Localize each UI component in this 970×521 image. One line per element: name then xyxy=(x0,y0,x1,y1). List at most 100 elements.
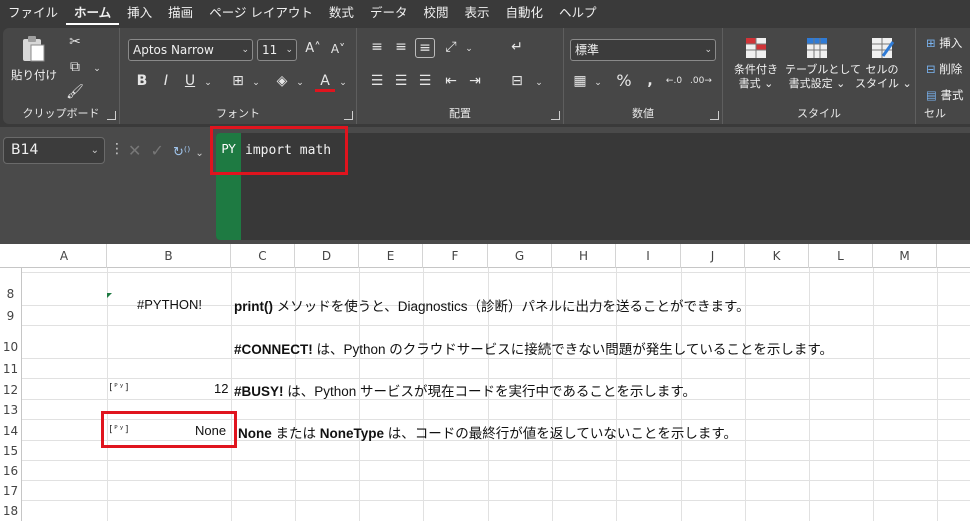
currency-chevron-icon[interactable]: ⌄ xyxy=(588,74,608,94)
font-color-chevron-icon[interactable]: ⌄ xyxy=(333,74,353,94)
align-center-icon[interactable]: ☰ xyxy=(391,72,411,92)
column-header-m[interactable]: M xyxy=(873,244,937,268)
font-name-select[interactable]: Aptos Narrow ⌄ xyxy=(128,39,253,61)
row-header-9[interactable]: 9 xyxy=(0,306,22,326)
merge-chevron-icon[interactable]: ⌄ xyxy=(529,74,549,94)
wrap-text-icon[interactable]: ↵ xyxy=(507,38,527,58)
italic-button[interactable]: I xyxy=(156,72,176,92)
fill-chevron-icon[interactable]: ⌄ xyxy=(290,74,310,94)
row-header-18[interactable]: 18 xyxy=(0,501,22,521)
copy-chevron-icon[interactable]: ⌄ xyxy=(87,60,107,80)
align-right-icon[interactable]: ☰ xyxy=(415,72,435,92)
format-painter-icon[interactable]: 🖌 xyxy=(65,83,85,103)
menu-review[interactable]: 校閲 xyxy=(415,0,456,25)
shrink-font-icon[interactable]: A˅ xyxy=(328,40,348,60)
menu-draw[interactable]: 描画 xyxy=(160,0,201,25)
python-insert-icon[interactable]: ↻⁽⁾ xyxy=(173,145,190,160)
menu-view[interactable]: 表示 xyxy=(456,0,497,25)
menu-automate[interactable]: 自動化 xyxy=(497,0,551,25)
row-header-10[interactable]: 10 xyxy=(0,326,22,359)
cell-c8[interactable]: print() メソッドを使うと、Diagnostics（診断）パネルに出力を送… xyxy=(234,295,750,315)
underline-button[interactable]: U xyxy=(180,72,200,92)
cancel-icon[interactable]: ✕ xyxy=(128,141,141,160)
column-header-c[interactable]: C xyxy=(231,244,295,268)
orientation-chevron-icon[interactable]: ⌄ xyxy=(459,40,479,60)
column-header-j[interactable]: J xyxy=(681,244,745,268)
delete-cells-button[interactable]: ⊟ 削除 xyxy=(926,61,962,77)
borders-chevron-icon[interactable]: ⌄ xyxy=(246,74,266,94)
menu-page-layout[interactable]: ページ レイアウト xyxy=(201,0,321,25)
number-launcher-icon[interactable] xyxy=(710,111,719,120)
font-launcher-icon[interactable] xyxy=(344,111,353,120)
alignment-launcher-icon[interactable] xyxy=(551,111,560,120)
sheet-grid[interactable]: 8 9 10 11 12 13 14 15 16 17 18 #PYTHON! … xyxy=(0,268,970,521)
copy-icon[interactable]: ⧉ xyxy=(65,58,85,78)
clipboard-launcher-icon[interactable] xyxy=(107,111,116,120)
percent-button[interactable]: % xyxy=(614,72,634,92)
currency-icon[interactable]: ▦ xyxy=(570,72,590,92)
conditional-format-button[interactable]: 条件付き 書式 ⌄ xyxy=(731,36,781,91)
align-bottom-icon[interactable]: ≡ xyxy=(415,38,435,58)
row-header-15[interactable]: 15 xyxy=(0,441,22,461)
name-box[interactable]: B14 ⌄ xyxy=(3,137,105,164)
menu-insert[interactable]: 挿入 xyxy=(119,0,160,25)
insert-cells-button[interactable]: ⊞ 挿入 xyxy=(926,35,962,51)
decrease-indent-icon[interactable]: ⇤ xyxy=(441,72,461,92)
row-header-12[interactable]: 12 xyxy=(0,379,22,400)
column-header-d[interactable]: D xyxy=(295,244,359,268)
cell-c12[interactable]: #BUSY! は、Python サービスが現在コードを実行中であることを示します… xyxy=(234,380,696,400)
column-header-e[interactable]: E xyxy=(359,244,423,268)
fill-color-icon[interactable]: ◈ xyxy=(272,72,292,92)
column-header-f[interactable]: F xyxy=(423,244,488,268)
cell-c10[interactable]: #CONNECT! は、Python のクラウドサービスに接続できない問題が発生… xyxy=(234,338,833,358)
cell-c14[interactable]: None または NoneType は、コードの最終行が値を返していないことを示… xyxy=(238,422,737,442)
row-header-14[interactable]: 14 xyxy=(0,420,22,441)
increase-indent-icon[interactable]: ⇥ xyxy=(465,72,485,92)
borders-icon[interactable]: ⊞ xyxy=(228,72,248,92)
number-format-select[interactable]: 標準 ⌄ xyxy=(570,39,716,61)
format-cells-button[interactable]: ▤ 書式 xyxy=(926,87,964,103)
cut-icon[interactable]: ✂ xyxy=(65,33,85,53)
align-middle-icon[interactable]: ≡ xyxy=(391,38,411,58)
enter-icon[interactable]: ✓ xyxy=(151,141,164,160)
row-header-17[interactable]: 17 xyxy=(0,481,22,501)
more-options-icon[interactable]: ⋮ xyxy=(110,141,124,157)
menu-file[interactable]: ファイル xyxy=(0,0,66,25)
column-header-g[interactable]: G xyxy=(488,244,552,268)
underline-chevron-icon[interactable]: ⌄ xyxy=(198,74,218,94)
column-header-b[interactable]: B xyxy=(107,244,231,268)
cell-c12-rest: は、Python サービスが現在コードを実行中であることを示します。 xyxy=(283,384,697,399)
column-header-l[interactable]: L xyxy=(809,244,873,268)
column-header-i[interactable]: I xyxy=(616,244,681,268)
menu-formulas[interactable]: 数式 xyxy=(321,0,362,25)
row-header-16[interactable]: 16 xyxy=(0,461,22,481)
row-header-8[interactable]: 8 xyxy=(0,273,22,306)
paste-button[interactable]: 貼り付け xyxy=(11,34,57,83)
grow-font-icon[interactable]: A˄ xyxy=(303,40,323,60)
bold-button[interactable]: B xyxy=(132,72,152,92)
orientation-icon[interactable]: ⤢ xyxy=(441,38,461,58)
cell-b12[interactable]: 12 xyxy=(214,381,228,396)
merge-icon[interactable]: ⊟ xyxy=(507,72,527,92)
column-header-a[interactable]: A xyxy=(22,244,107,268)
increase-decimal-icon[interactable]: ←.0 xyxy=(664,72,684,92)
menu-home[interactable]: ホーム xyxy=(66,0,120,25)
comma-icon[interactable]: , xyxy=(640,72,660,92)
table-format-button[interactable]: テーブルとして 書式設定 ⌄ xyxy=(785,36,861,91)
select-all-corner[interactable] xyxy=(0,244,22,268)
align-top-icon[interactable]: ≡ xyxy=(367,38,387,58)
row-header-11[interactable]: 11 xyxy=(0,359,22,379)
cell-b8[interactable]: #PYTHON! xyxy=(137,297,202,312)
row-header-13[interactable]: 13 xyxy=(0,400,22,420)
decrease-decimal-icon[interactable]: .00→ xyxy=(690,72,712,92)
column-header-k[interactable]: K xyxy=(745,244,809,268)
font-size-select[interactable]: 11 ⌄ xyxy=(257,39,297,61)
menu-help[interactable]: ヘルプ xyxy=(551,0,605,25)
align-left-icon[interactable]: ☰ xyxy=(367,72,387,92)
python-cell-icon[interactable]: [ᴾʸ] xyxy=(108,383,130,393)
python-chevron-icon[interactable]: ⌄ xyxy=(195,148,203,159)
cell-style-button[interactable]: セルの スタイル ⌄ xyxy=(855,36,912,91)
menu-data[interactable]: データ xyxy=(362,0,416,25)
font-color-icon[interactable]: A xyxy=(315,72,335,92)
column-header-h[interactable]: H xyxy=(552,244,616,268)
